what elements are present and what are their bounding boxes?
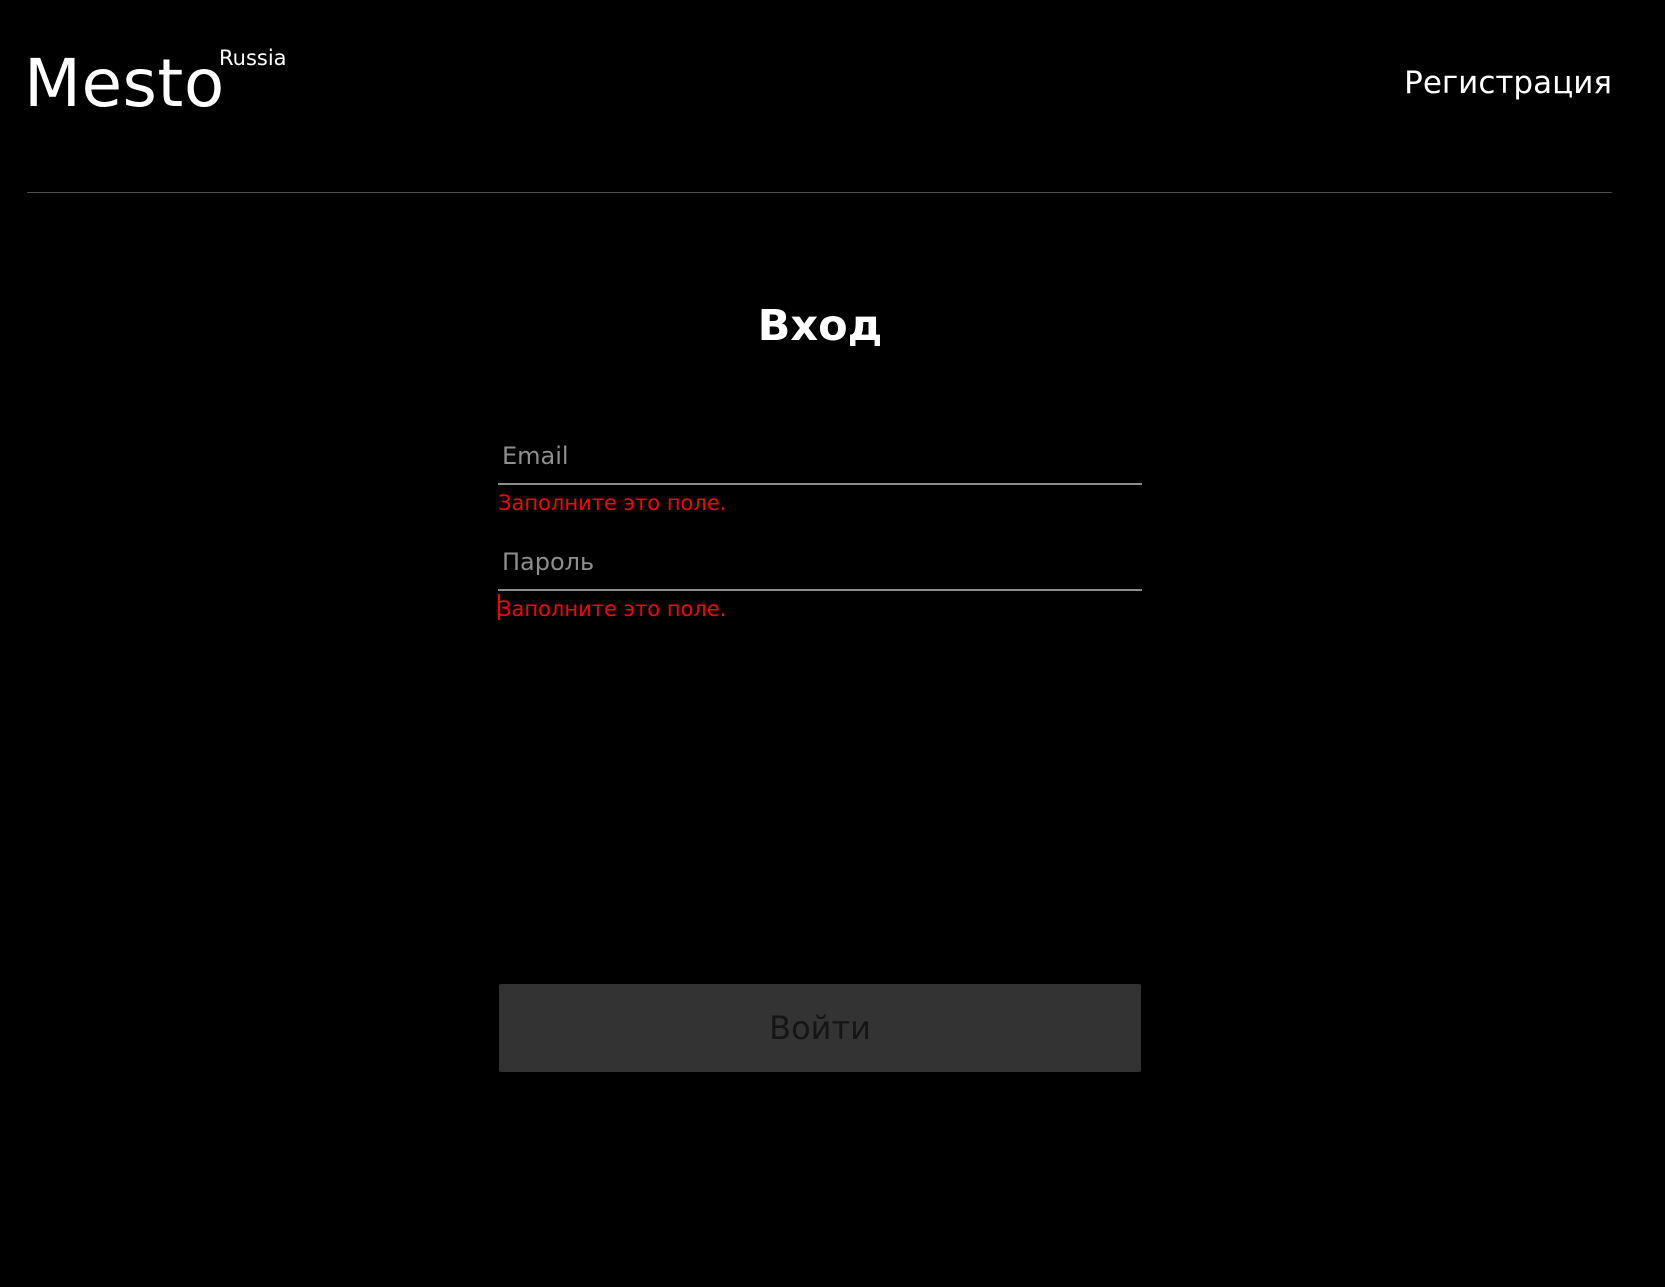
logo-region: Russia <box>219 46 287 70</box>
login-button[interactable]: Войти <box>499 984 1141 1072</box>
password-input[interactable] <box>498 535 1142 591</box>
form-title: Вход <box>757 301 883 351</box>
text-cursor <box>498 594 500 620</box>
email-input[interactable] <box>498 429 1142 485</box>
logo-text: Mesto <box>24 45 225 122</box>
password-field-group: Заполните это поле. <box>498 535 1142 624</box>
email-error: Заполните это поле. <box>498 491 727 515</box>
header-divider <box>27 192 1612 193</box>
email-field-group: Заполните это поле. <box>498 429 1142 518</box>
password-error: Заполните это поле. <box>498 597 727 621</box>
register-link[interactable]: Регистрация <box>1404 62 1612 104</box>
